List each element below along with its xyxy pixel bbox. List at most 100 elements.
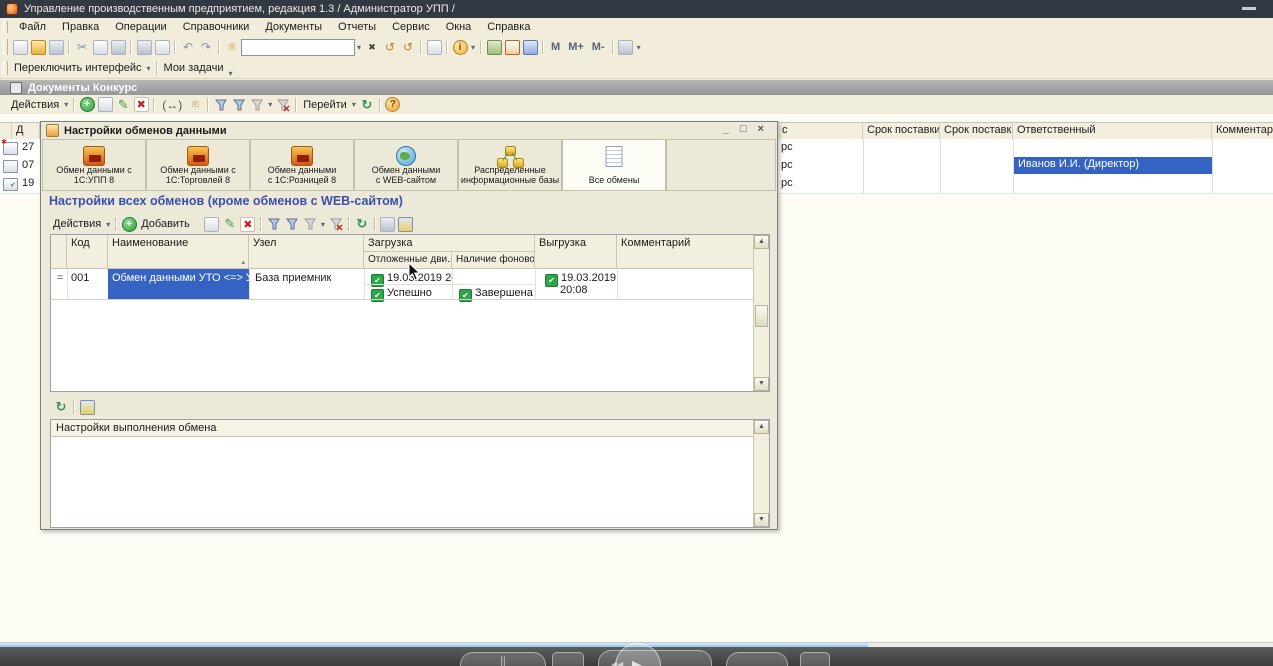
doc-list-row[interactable]: рс <box>778 139 1273 158</box>
partial-column-header[interactable]: с <box>778 123 863 140</box>
zoom-in-icon[interactable]: ↺ <box>382 39 398 55</box>
date-column-header[interactable]: Д <box>12 123 40 140</box>
help-icon[interactable]: ? <box>385 97 401 113</box>
doc-row[interactable]: 07 <box>0 157 40 176</box>
refresh-icon[interactable]: ↻ <box>354 216 370 232</box>
doc-list-row[interactable]: рс <box>778 175 1273 194</box>
goto-button[interactable]: Перейти <box>300 99 350 111</box>
minimize-button[interactable] <box>1242 7 1256 10</box>
menu-operations[interactable]: Операции <box>107 21 174 33</box>
filter-icon[interactable] <box>213 97 229 113</box>
documents-icon[interactable] <box>426 39 442 55</box>
info-dropdown-icon[interactable]: ▾ <box>471 43 475 52</box>
search-clear-icon[interactable]: ✖ <box>364 39 380 55</box>
doc-row[interactable]: ✱ 27 <box>0 139 40 158</box>
responsible-header[interactable]: Ответственный <box>1013 123 1212 140</box>
refresh-icon[interactable]: ↻ <box>359 97 375 113</box>
print-preview-icon[interactable] <box>154 39 170 55</box>
comment-header[interactable]: Комментарий <box>1212 123 1273 140</box>
search-dropdown-icon[interactable]: ▾ <box>357 43 361 52</box>
delete-icon[interactable]: ✖ <box>133 97 149 113</box>
add-button[interactable]: Добавить <box>138 218 193 230</box>
print-icon[interactable] <box>136 39 152 55</box>
paste-icon[interactable] <box>110 39 126 55</box>
add-copy-icon[interactable] <box>204 216 220 232</box>
my-tasks-button[interactable]: Мои задачи <box>161 62 227 74</box>
open-icon[interactable] <box>30 39 46 55</box>
delivery-to-header[interactable]: Срок поставки ... <box>940 123 1013 140</box>
interval-icon[interactable]: (↔) <box>159 97 185 113</box>
tab-exchange-retail[interactable]: Обмен даннымис 1С:Розницей 8 <box>250 139 354 191</box>
doc-list-row[interactable]: рс Иванов И.И. (Директор) <box>778 157 1273 176</box>
add-copy-icon[interactable] <box>97 97 113 113</box>
zoom-out-icon[interactable]: ↺ <box>400 39 416 55</box>
dialog-actions-dropdown-icon[interactable]: ▾ <box>106 220 110 229</box>
memory-button[interactable]: M <box>547 41 564 53</box>
row-name-selected[interactable]: Обмен данными УТО <=> УПП <box>108 269 249 299</box>
menu-documents[interactable]: Документы <box>257 21 330 33</box>
name-header[interactable]: Наименование ▴ <box>108 235 249 269</box>
comment-header[interactable]: Комментарий <box>617 235 755 269</box>
switch-interface-button[interactable]: Переключить интерфейс <box>11 62 145 74</box>
new-document-icon[interactable] <box>12 39 28 55</box>
row-load-status[interactable]: ✔Успешно <box>367 286 453 303</box>
scroll-down-icon[interactable]: ▼ <box>754 377 769 391</box>
list-settings-icon[interactable] <box>79 399 95 415</box>
list-settings-icon[interactable] <box>398 216 414 232</box>
tab-exchange-website[interactable]: Обмен даннымис WEB-сайтом <box>354 139 458 191</box>
menu-file[interactable]: Файл <box>11 21 54 33</box>
menu-windows[interactable]: Окна <box>438 21 480 33</box>
delete-icon[interactable]: ✖ <box>240 216 256 232</box>
filter-icon[interactable] <box>266 216 282 232</box>
menu-edit[interactable]: Правка <box>54 21 107 33</box>
player-volume-button[interactable] <box>800 652 830 666</box>
monitor-icon[interactable] <box>380 216 396 232</box>
menu-service[interactable]: Сервис <box>384 21 438 33</box>
dialog-titlebar[interactable]: Настройки обменов данными _ □ × <box>44 123 774 138</box>
table-scrollbar[interactable]: ▲ ▼ <box>753 235 769 391</box>
add-icon[interactable]: + <box>79 97 95 113</box>
scroll-up-icon[interactable]: ▲ <box>754 235 769 249</box>
scroll-up-icon[interactable]: ▲ <box>754 420 769 434</box>
tab-exchange-trade[interactable]: Обмен данными с1С:Торговлей 8 <box>146 139 250 191</box>
my-tasks-dropdown-icon[interactable]: ▾ <box>228 69 232 78</box>
info-icon[interactable]: i <box>452 39 468 55</box>
find-icon[interactable]: ⌾ <box>187 97 203 113</box>
refresh-icon[interactable]: ↻ <box>53 399 69 415</box>
unload-header[interactable]: Выгрузка <box>535 235 617 269</box>
filter-clear-icon[interactable] <box>328 216 344 232</box>
doc-actions-dropdown-icon[interactable]: ▾ <box>64 100 68 109</box>
play-button[interactable]: ▶ <box>615 643 661 666</box>
dialog-actions-button[interactable]: Действия <box>50 218 104 230</box>
tab-exchange-upp[interactable]: Обмен данными с1С:УПП 8 <box>42 139 146 191</box>
player-pause-stop-group[interactable]: || <box>460 652 546 666</box>
filter-clear-icon[interactable] <box>275 97 291 113</box>
memory-minus-button[interactable]: M- <box>588 41 609 53</box>
scrollbar-thumb[interactable] <box>755 305 768 327</box>
filter-history-icon[interactable] <box>302 216 318 232</box>
panel-scrollbar[interactable]: ▲ ▼ <box>753 420 769 527</box>
menu-help[interactable]: Справка <box>479 21 538 33</box>
scroll-down-icon[interactable]: ▼ <box>754 513 769 527</box>
edit-icon[interactable]: ✎ <box>115 97 131 113</box>
cut-icon[interactable]: ✂ <box>74 39 90 55</box>
back-icon[interactable]: ↶ <box>180 39 196 55</box>
add-icon[interactable]: + <box>121 216 137 232</box>
settings-dropdown-icon[interactable]: ▾ <box>637 43 641 52</box>
node-header[interactable]: Узел <box>249 235 364 269</box>
menu-references[interactable]: Справочники <box>175 21 258 33</box>
edit-icon[interactable]: ✎ <box>222 216 238 232</box>
menu-reports[interactable]: Отчеты <box>330 21 384 33</box>
copy-icon[interactable] <box>92 39 108 55</box>
dialog-window-buttons[interactable]: _ □ × <box>723 123 768 135</box>
row-background-status[interactable]: ✔Завершена <box>455 286 535 303</box>
pause-icon[interactable]: || <box>461 653 545 666</box>
forward-icon[interactable]: ↷ <box>198 39 214 55</box>
load-header[interactable]: Загрузка <box>364 235 535 252</box>
user-lock-icon[interactable] <box>522 39 538 55</box>
filter-dropdown-icon[interactable]: ▾ <box>321 220 325 229</box>
row-node[interactable]: База приемник <box>251 271 364 285</box>
row-code[interactable]: 001 <box>67 271 108 285</box>
tab-all-exchanges[interactable]: Все обмены <box>562 139 666 191</box>
player-next-group[interactable] <box>726 652 788 666</box>
